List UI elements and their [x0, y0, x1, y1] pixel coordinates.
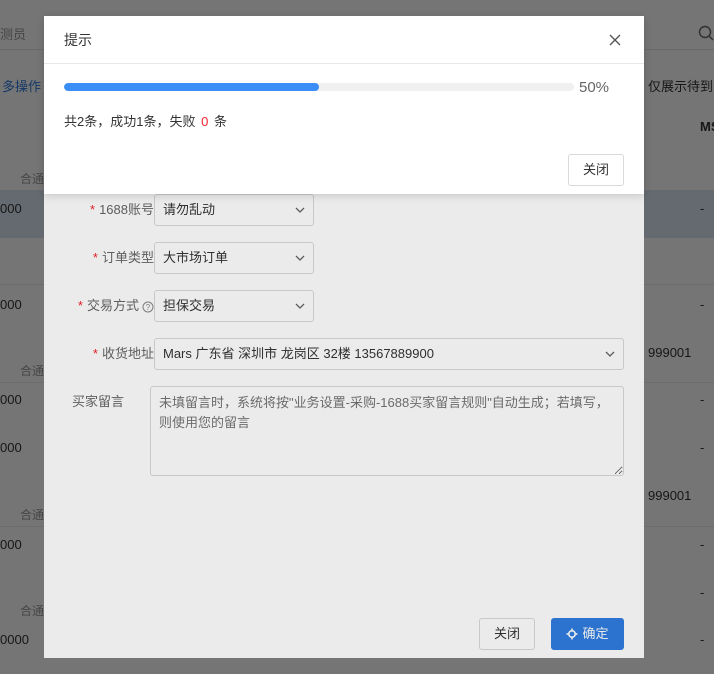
progress-close-button[interactable]: 关闭	[568, 154, 624, 186]
progress-bar-fill	[64, 83, 319, 91]
progress-percent: 50%	[579, 79, 610, 96]
summary-text: 共2条，成功1条，失败	[64, 114, 196, 129]
close-icon[interactable]	[609, 34, 621, 46]
dialog-title: 提示	[64, 32, 92, 48]
progress-bar	[64, 83, 574, 91]
progress-dialog-header: 提示	[44, 16, 644, 64]
fail-count: 0	[201, 114, 209, 129]
progress-dialog: 提示 50% 共2条，成功1条，失败 0 条 关闭	[44, 16, 644, 194]
result-summary: 共2条，成功1条，失败 0 条	[64, 113, 227, 131]
summary-suffix: 条	[213, 114, 227, 129]
